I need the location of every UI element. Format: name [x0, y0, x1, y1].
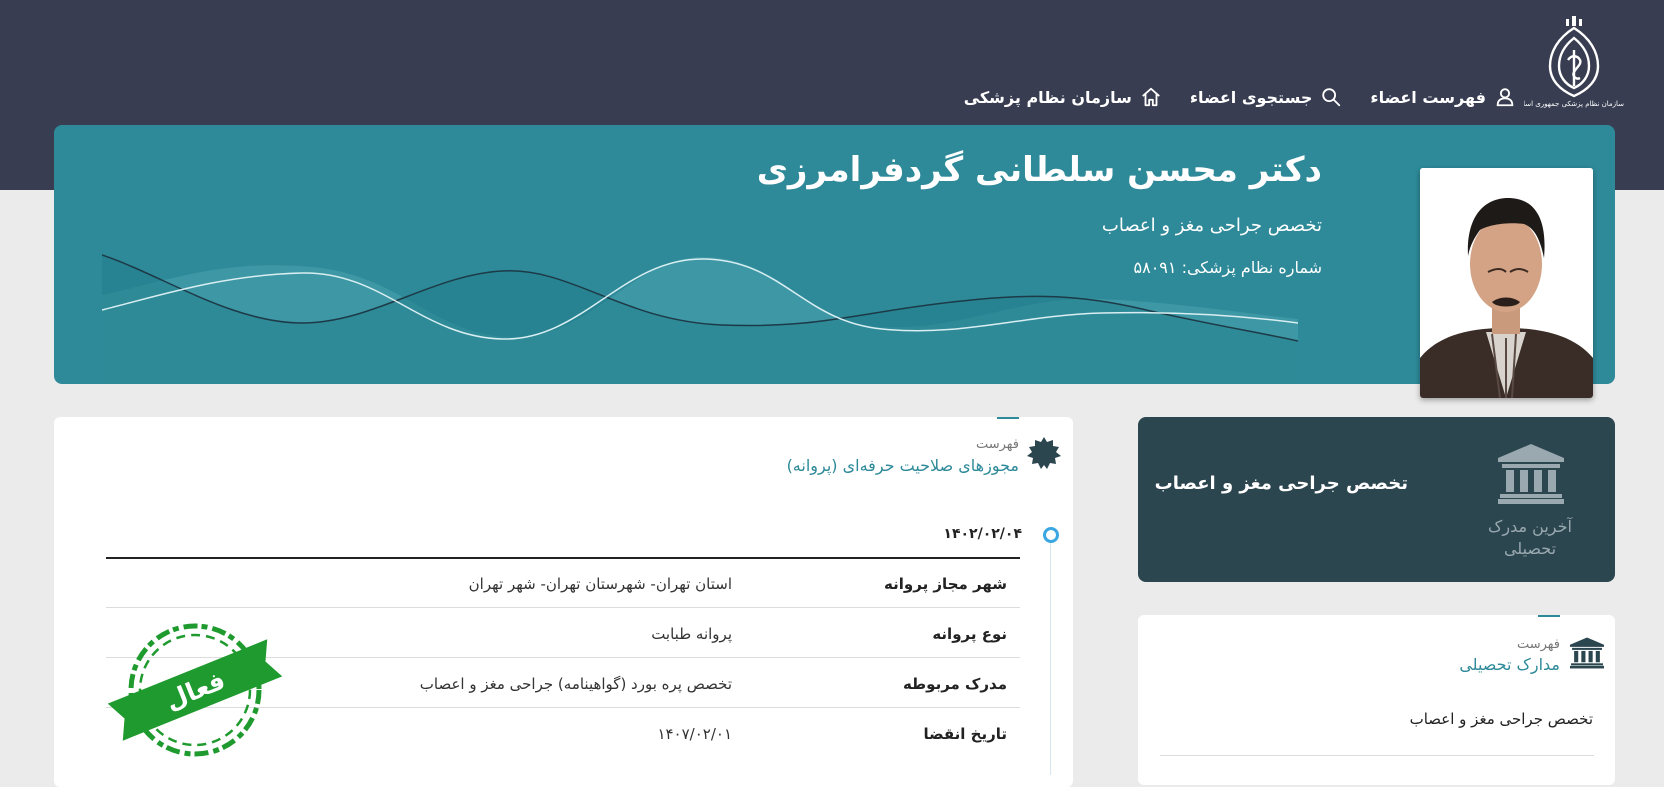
active-stamp-graphic: فعال — [107, 623, 283, 757]
last-degree-value: تخصص جراحی مغز و اعصاب — [1154, 473, 1408, 494]
active-status-stamp: فعال — [103, 618, 293, 763]
nav-members-label: فهرست اعضاء — [1370, 87, 1486, 107]
user-icon — [1496, 88, 1514, 107]
license-row-label: نوع پروانه — [932, 625, 1007, 643]
certificate-seal-icon — [1027, 437, 1061, 469]
license-row-value: پروانه طبابت — [651, 625, 732, 643]
licenses-section-title[interactable]: مجوزهای صلاحیت حرفه‌ای (پروانه) — [787, 456, 1019, 475]
timeline-dot — [1043, 527, 1059, 543]
last-degree-label: آخرین مدرک تحصیلی — [1480, 516, 1580, 560]
education-item: تخصص جراحی مغز و اعصاب — [1409, 710, 1593, 728]
doctor-name: دکتر محسن سلطانی گردفرامرزی — [756, 150, 1322, 190]
nav-search-label: جستجوی اعضاء — [1189, 87, 1313, 107]
license-row-value: ۱۴۰۷/۰۲/۰۱ — [657, 725, 732, 743]
license-row-label: شهر مجاز پروانه — [884, 575, 1007, 593]
license-row-label: تاریخ انقضا — [923, 725, 1007, 743]
home-icon — [1142, 87, 1160, 107]
nav-home[interactable]: سازمان نظام پزشکی — [964, 86, 1162, 108]
last-degree-label-line2: تحصیلی — [1503, 539, 1557, 558]
medical-council-emblem — [1548, 16, 1600, 98]
doctor-photo — [1420, 168, 1593, 398]
institution-icon — [1570, 637, 1604, 669]
license-row-divider — [106, 607, 1020, 608]
nav-home-label: سازمان نظام پزشکی — [963, 87, 1132, 107]
license-row-label: مدرک مربوطه — [902, 675, 1007, 693]
card-accent-mark — [997, 417, 1019, 419]
education-section-title[interactable]: مدارک تحصیلی — [1459, 655, 1560, 674]
institution-icon — [1498, 444, 1564, 504]
education-list-label: فهرست — [1516, 637, 1560, 652]
main-nav: سازمان نظام پزشکی جستجوی اعضاء فهرست اعض… — [964, 86, 1516, 108]
nav-search-members[interactable]: جستجوی اعضاء — [1190, 86, 1343, 108]
license-table-top-border — [106, 557, 1020, 559]
timeline-line — [1050, 535, 1051, 775]
search-icon — [1322, 88, 1341, 107]
medical-council-logo[interactable]: سازمان نظام پزشکی جمهوری اسلامی ایران — [1524, 14, 1624, 112]
logo-caption: سازمان نظام پزشکی جمهوری اسلامی ایران — [1524, 100, 1624, 108]
last-degree-label-line1: آخرین مدرک — [1488, 517, 1572, 536]
license-row-value: تخصص پره بورد (گواهینامه) جراحی مغز و اع… — [419, 675, 732, 693]
doctor-specialty: تخصص جراحی مغز و اعصاب — [1101, 215, 1322, 236]
banner-wave-decoration — [102, 254, 1298, 384]
card-accent-mark — [1538, 615, 1560, 617]
medical-registration-number: شماره نظام پزشکی: ۵۸۰۹۱ — [1133, 258, 1322, 277]
doctor-portrait-image — [1420, 168, 1593, 398]
license-entry-date: ۱۴۰۲/۰۲/۰۴ — [943, 526, 1022, 542]
nav-members-list[interactable]: فهرست اعضاء — [1370, 86, 1516, 108]
license-row-value: استان تهران- شهرستان تهران- شهر تهران — [468, 575, 732, 593]
education-item-divider — [1160, 755, 1594, 756]
licenses-list-label: فهرست — [975, 437, 1019, 452]
